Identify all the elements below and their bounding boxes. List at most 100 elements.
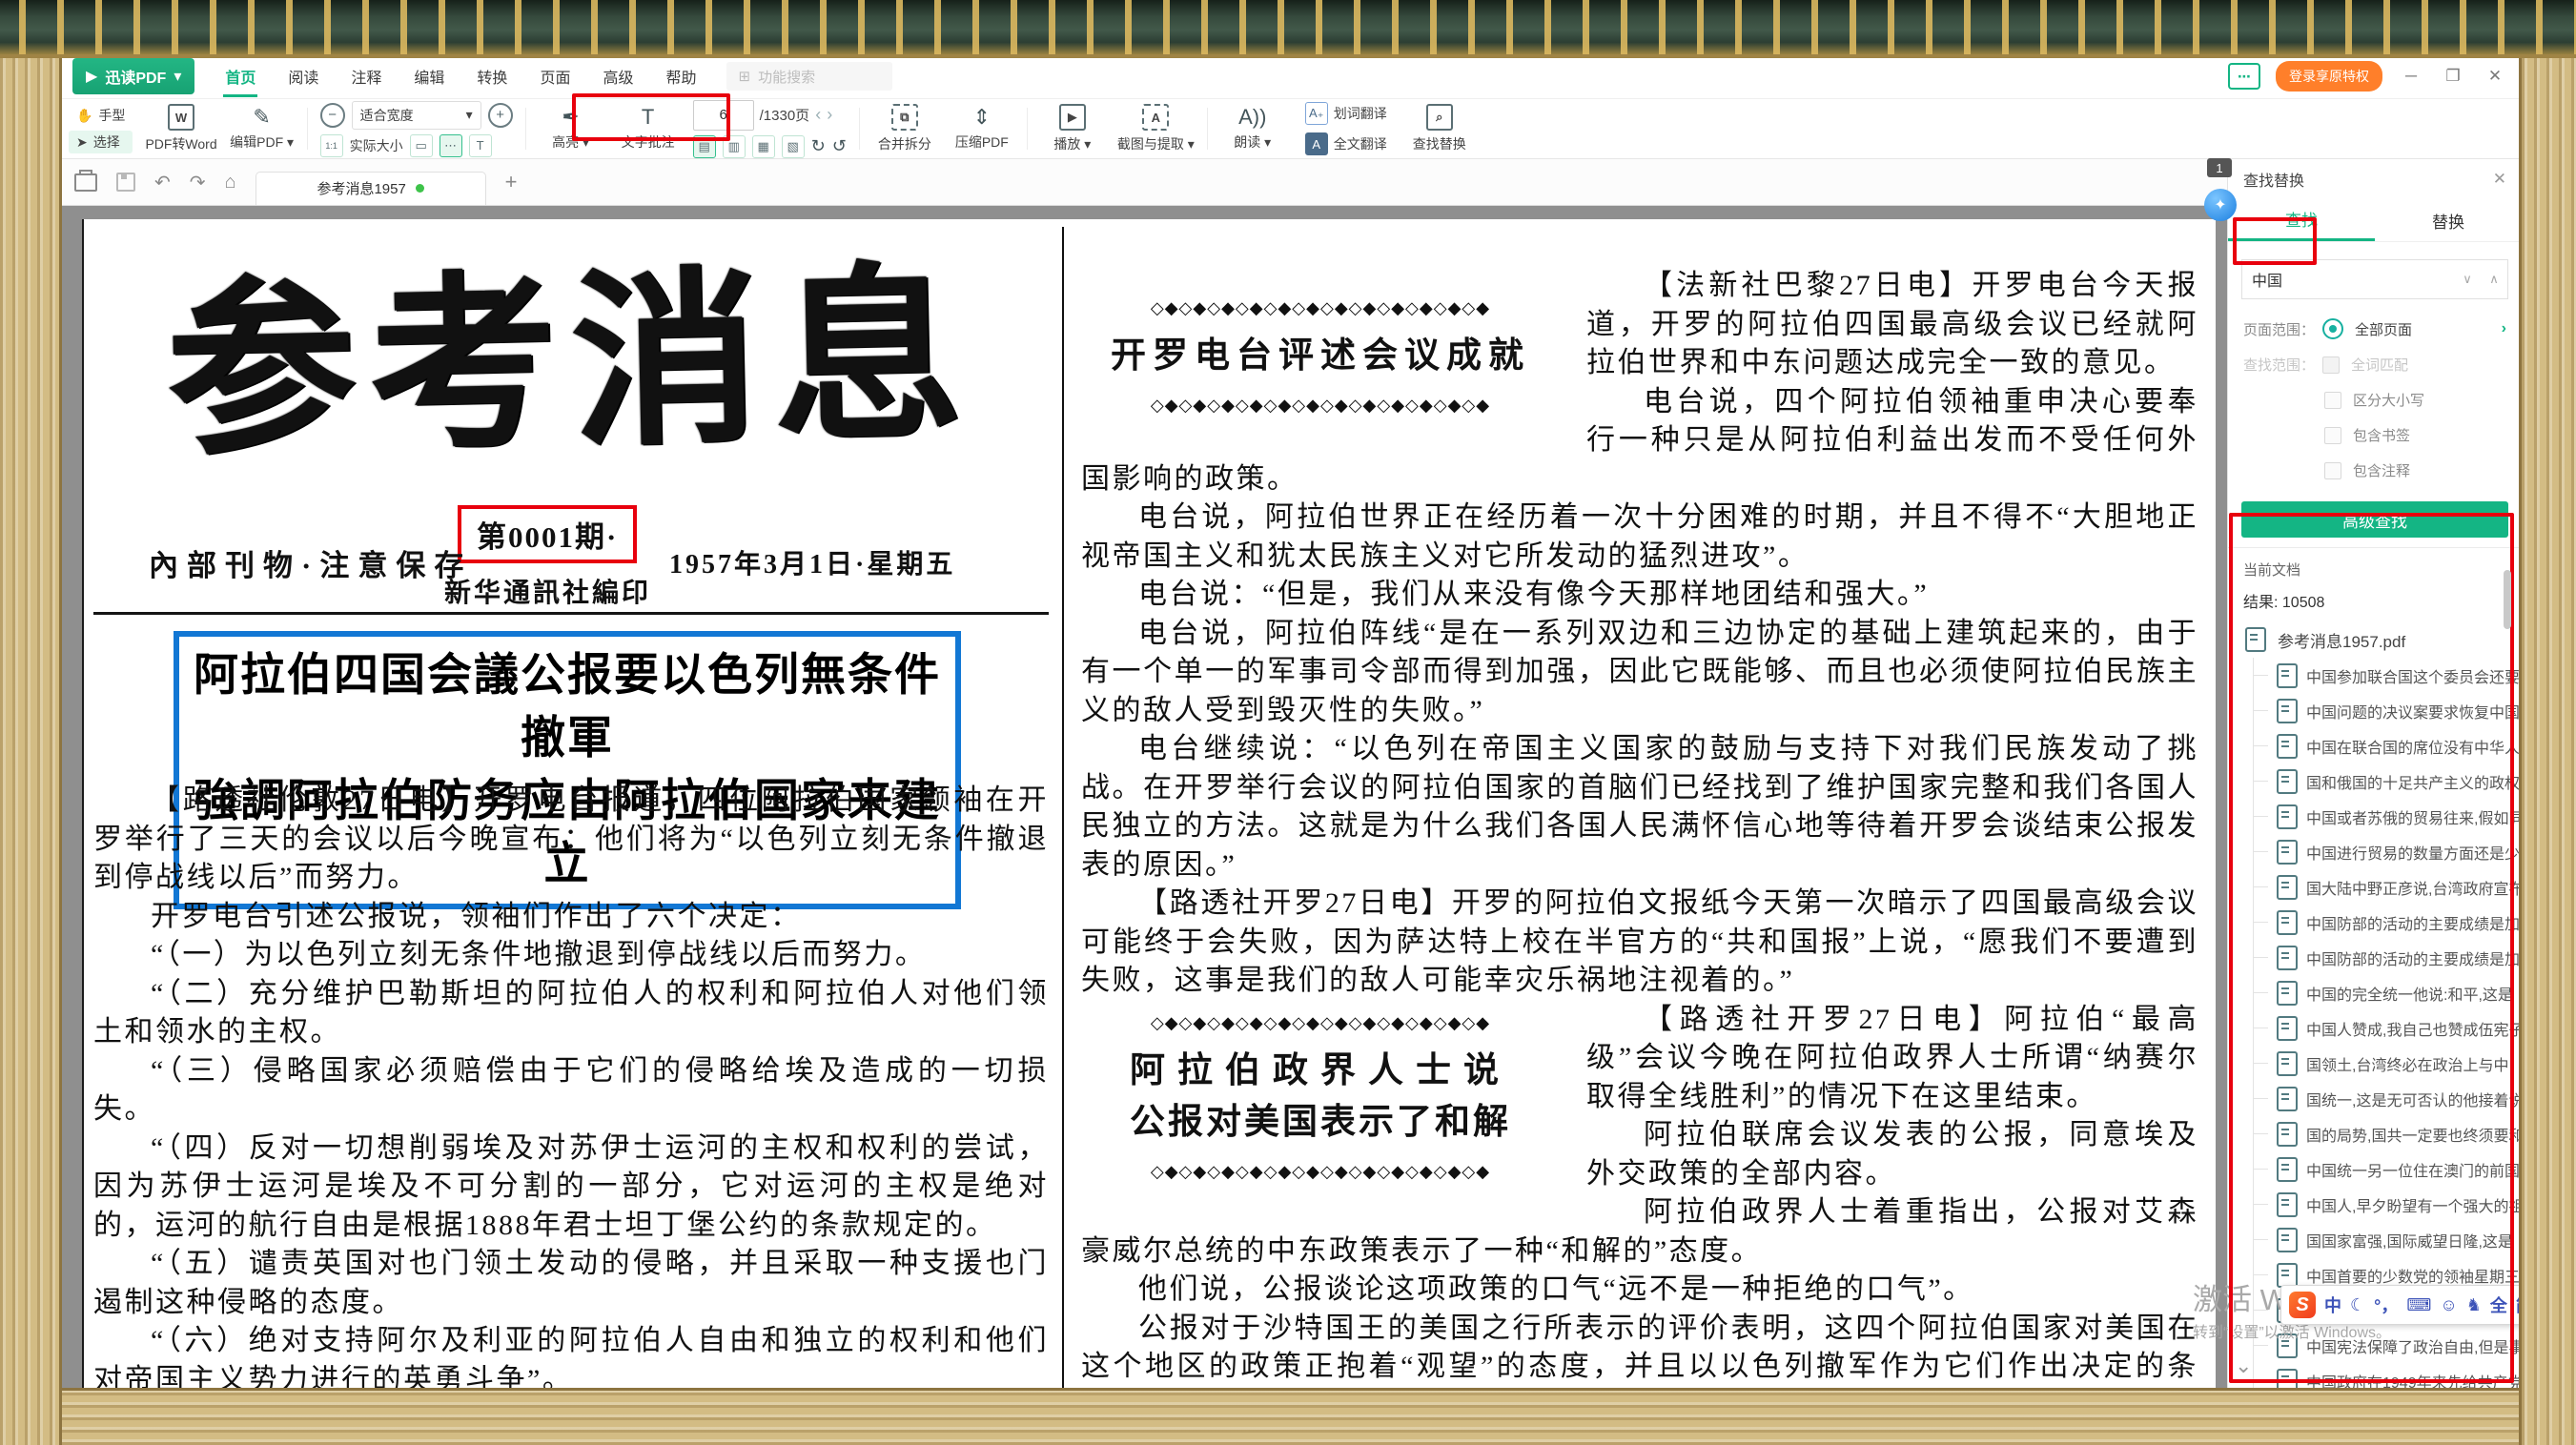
- ornament-border: ◇◆◇◆◇◆◇◆◇◆◇◆◇◆◇◆◇◆◇◆◇◆◇◆: [1081, 393, 1560, 417]
- panel-close-icon[interactable]: ✕: [2493, 170, 2506, 189]
- find-replace-icon: ⌕: [1426, 104, 1453, 131]
- search-options: 查找范围： 全词匹配 区分大小写 包含书签 包含注释: [2228, 347, 2522, 488]
- pdf-to-word-button[interactable]: W PDF转Word: [145, 104, 216, 153]
- home-icon[interactable]: ⌂: [225, 172, 236, 193]
- app-menu-button[interactable]: ▶ 迅读PDF ▾: [72, 58, 194, 94]
- screenshot-root: { "menu_bar": { "app_button": "迅读PDF", "…: [0, 0, 2576, 1445]
- zoom-out-button[interactable]: −: [320, 103, 345, 128]
- menu-item-page[interactable]: 页面: [538, 53, 572, 99]
- annotation-redbox-page-nav: [572, 93, 730, 141]
- annotation-redbox-search-term: [2233, 217, 2317, 265]
- minimize-button[interactable]: ─: [2398, 67, 2424, 86]
- feedback-chat-icon[interactable]: ⋯: [2228, 63, 2260, 90]
- menu-item-read[interactable]: 阅读: [286, 53, 320, 99]
- hand-tool-button[interactable]: ✋手型: [69, 104, 133, 127]
- close-button[interactable]: ✕: [2482, 67, 2508, 86]
- actual-size-label[interactable]: 实际大小: [350, 136, 403, 155]
- newspaper-paragraph: 电台说：“但是，我们从来没有像今天那样地团结和强大。”: [1081, 576, 2198, 615]
- prev-page-button[interactable]: ‹: [815, 105, 821, 125]
- menu-bar: ▶ 迅读PDF ▾ 首页 阅读 注释 编辑 转换 页面 高级 帮助 ⊞ 功能搜索…: [59, 54, 2522, 99]
- frame-left: [0, 0, 62, 1445]
- grid-search-icon: ⊞: [738, 68, 750, 85]
- newspaper-paragraph: “（三）侵略国家必须赔偿由于它们的侵略给埃及造成的一切损失。: [93, 1052, 1049, 1130]
- rotate-ccw-icon[interactable]: ↺: [832, 136, 847, 156]
- text-reflow-icon[interactable]: T: [469, 134, 492, 157]
- full-translate-button[interactable]: A 全文翻译: [1298, 131, 1395, 157]
- whole-word-checkbox[interactable]: [2322, 356, 2340, 374]
- match-case-checkbox[interactable]: [2324, 392, 2341, 409]
- find-prev-icon[interactable]: ∧: [2481, 272, 2507, 287]
- include-annotations-label: 包含注释: [2353, 460, 2410, 480]
- ornament-border: ◇◆◇◆◇◆◇◆◇◆◇◆◇◆◇◆◇◆◇◆◇◆◇◆: [1081, 1159, 1560, 1184]
- undo-icon[interactable]: ↶: [154, 171, 171, 194]
- all-pages-label: 全部页面: [2355, 319, 2412, 339]
- new-tab-button[interactable]: +: [505, 170, 518, 194]
- include-annotations-checkbox[interactable]: [2324, 462, 2341, 479]
- menu-item-edit[interactable]: 编辑: [412, 53, 446, 99]
- read-aloud-icon: A)): [1238, 106, 1266, 129]
- newspaper-paragraph: “（五）谴责英国对也门领土发动的侵略，并且采取一种支援也门遏制这种侵略的态度。: [93, 1245, 1049, 1322]
- include-bookmarks-label: 包含书签: [2353, 425, 2410, 445]
- newspaper-paragraph: 他们说，公报谈论这项政策的口气“远不是一种拒绝的口气”。: [1081, 1271, 2198, 1310]
- save-icon[interactable]: [116, 173, 135, 192]
- print-icon[interactable]: [74, 173, 97, 192]
- ornament-border: ◇◆◇◆◇◆◇◆◇◆◇◆◇◆◇◆◇◆◇◆◇◆◇◆: [1081, 295, 1560, 320]
- frame-top: [0, 0, 2576, 58]
- find-replace-button[interactable]: ⌕ 查找替换: [1407, 104, 1472, 153]
- page-range-label: 页面范围：: [2243, 319, 2315, 339]
- article2-headline-block: ◇◆◇◆◇◆◇◆◇◆◇◆◇◆◇◆◇◆◇◆◇◆◇◆ 阿拉伯政界人士说 公报对美国表…: [1081, 1010, 1560, 1184]
- panel-title: 查找替换: [2243, 168, 2304, 191]
- newspaper-paragraph: “（六）绝对支持阿尔及利亚的阿拉伯人自由和独立的权利和他们对帝国主义势力进行的英…: [93, 1322, 1049, 1391]
- all-pages-radio[interactable]: [2322, 318, 2343, 339]
- zoom-in-button[interactable]: +: [488, 103, 513, 128]
- word-translate-button[interactable]: A₊ 划词翻译: [1298, 100, 1395, 127]
- select-tool-button[interactable]: ➤选择: [69, 131, 133, 153]
- rotate-cw-icon[interactable]: ↻: [811, 136, 826, 156]
- document-canvas[interactable]: 参考消息 第0001期· 內部刊物·注意保存 1957年3月1日·星期五 新华通…: [59, 206, 2227, 1391]
- page-range-chevron-icon[interactable]: ›: [2502, 320, 2506, 337]
- newspaper-paragraph: “（一）为以色列立刻无条件地撤退到停战线以后而努力。: [93, 936, 1049, 975]
- annotation-redbox-results: [2229, 513, 2514, 1383]
- issue-number-redbox: 第0001期·: [458, 505, 637, 563]
- results-scroll-down-icon[interactable]: ⌄: [2235, 1353, 2252, 1378]
- column-divider: [1062, 227, 1064, 1391]
- masthead-divider: [93, 612, 1049, 615]
- results-scrollbar-thumb[interactable]: [2504, 570, 2511, 629]
- menu-item-annotate[interactable]: 注释: [349, 53, 383, 99]
- play-button[interactable]: ▶ 播放 ▾: [1040, 104, 1105, 153]
- feature-search-input[interactable]: ⊞ 功能搜索: [726, 62, 892, 91]
- menu-item-home[interactable]: 首页: [223, 53, 257, 99]
- compress-pdf-button[interactable]: ⇕ 压缩PDF: [950, 106, 1014, 152]
- newspaper-publisher: 新华通訊社編印: [444, 572, 651, 610]
- document-tab[interactable]: 参考消息1957: [256, 172, 486, 205]
- menu-item-convert[interactable]: 转换: [475, 53, 509, 99]
- search-input[interactable]: [2242, 271, 2454, 288]
- login-button[interactable]: 登录享原特权: [2276, 61, 2382, 92]
- fit-page-icon[interactable]: ▭: [410, 134, 433, 157]
- newspaper-paragraph: 【路透社开罗27日电】开罗的阿拉伯文报纸今天第一次暗示了四国最高级会议可能终于会…: [1081, 885, 2198, 1001]
- edit-pdf-button[interactable]: ✎ 编辑PDF ▾: [230, 106, 295, 152]
- left-column-body: 【路透社伦敦27日电】开罗电台报道，四位阿拉伯国家领袖在开罗举行了三天的会议以后…: [93, 782, 1049, 1391]
- ime-tools-icon[interactable]: ✎: [2542, 1295, 2556, 1315]
- redo-icon[interactable]: ↷: [190, 171, 206, 194]
- maximize-button[interactable]: ❐: [2440, 67, 2466, 86]
- zoom-mode-select[interactable]: 适合宽度▾: [352, 101, 481, 130]
- screenshot-extract-button[interactable]: A 截图与提取 ▾: [1117, 104, 1195, 153]
- next-page-button[interactable]: ›: [827, 105, 832, 125]
- tab-replace[interactable]: 替换: [2375, 199, 2522, 241]
- fit-visible-icon[interactable]: ⋯: [440, 134, 462, 157]
- ime-simplified-icon[interactable]: 简: [2516, 1292, 2533, 1317]
- article2-headline-line2: 公报对美国表示了和解: [1081, 1100, 1560, 1146]
- menu-item-advanced[interactable]: 高级: [601, 53, 635, 99]
- four-page-view-icon[interactable]: ▦: [752, 135, 775, 158]
- read-aloud-button[interactable]: A)) 朗读 ▾: [1220, 106, 1285, 152]
- merge-split-button[interactable]: ⧉ 合并拆分: [872, 104, 937, 153]
- feature-search-placeholder: 功能搜索: [758, 67, 815, 87]
- continuous-view-icon[interactable]: ▧: [782, 135, 805, 158]
- newspaper-page: 参考消息 第0001期· 內部刊物·注意保存 1957年3月1日·星期五 新华通…: [82, 219, 2216, 1391]
- find-next-icon[interactable]: ∨: [2454, 272, 2481, 287]
- menu-item-help[interactable]: 帮助: [664, 53, 698, 99]
- floating-assistant-button[interactable]: ✦: [2204, 189, 2237, 221]
- include-bookmarks-checkbox[interactable]: [2324, 427, 2341, 444]
- actual-size-icon[interactable]: 1:1: [320, 134, 343, 157]
